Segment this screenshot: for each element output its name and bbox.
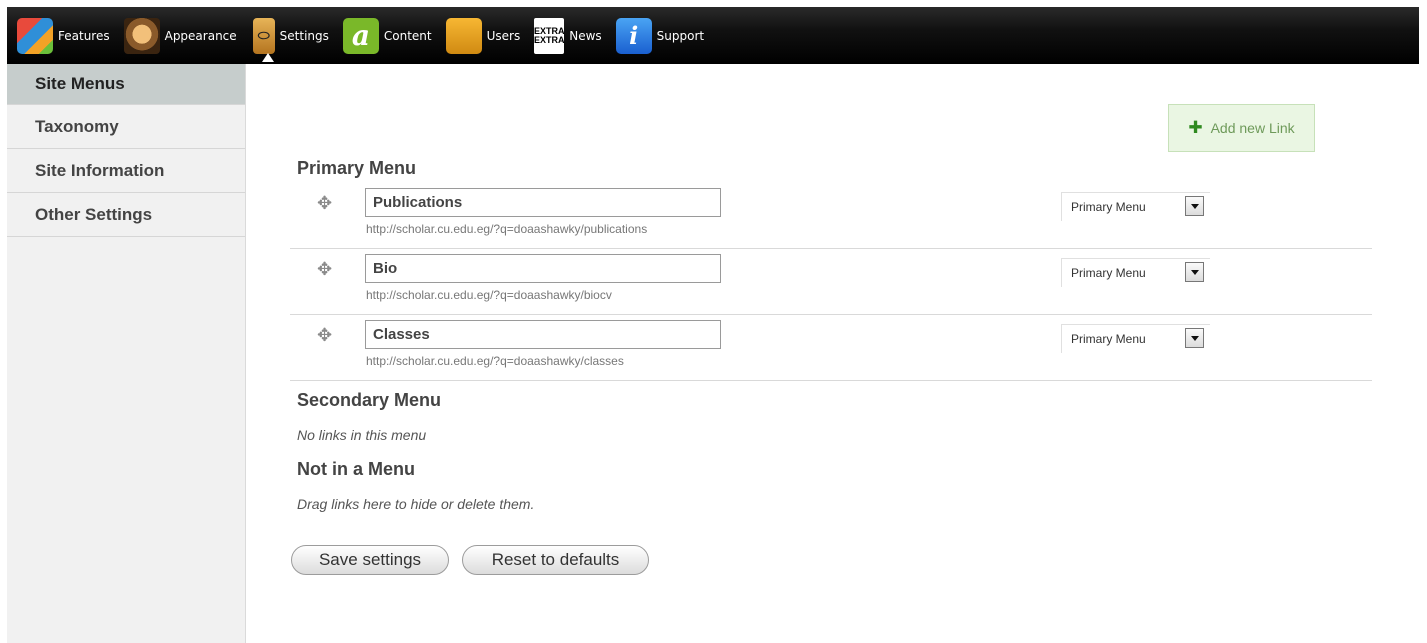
info-icon: i	[615, 17, 652, 54]
menu-link-row: ✥ http://scholar.cu.edu.eg/?q=doaashawky…	[290, 250, 1372, 315]
chevron-down-icon	[1185, 262, 1204, 282]
link-url: http://scholar.cu.edu.eg/?q=doaashawky/c…	[366, 354, 624, 368]
link-title-input[interactable]	[365, 320, 721, 349]
content-a-icon: a	[342, 17, 379, 54]
settings-sidebar: Site Menus Taxonomy Site Information Oth…	[7, 64, 246, 643]
drag-handle-icon[interactable]: ✥	[317, 259, 332, 280]
toolbar-label: News	[569, 28, 602, 43]
menu-link-row: ✥ http://scholar.cu.edu.eg/?q=doaashawky…	[290, 184, 1372, 249]
toolbar-label: Support	[656, 28, 705, 43]
menu-select[interactable]: Primary Menu	[1061, 324, 1210, 353]
toolbar-item-features[interactable]: Features	[17, 7, 110, 64]
sidebar-item-taxonomy[interactable]: Taxonomy	[7, 105, 245, 149]
menu-select-value: Primary Menu	[1071, 200, 1146, 214]
extra-extra-icon: EXTRA EXTRA	[534, 17, 565, 54]
menu-select-value: Primary Menu	[1071, 266, 1146, 280]
settings-icon: ⬭	[252, 17, 275, 54]
toolbar-item-appearance[interactable]: Appearance	[123, 7, 237, 64]
sidebar-item-other-settings[interactable]: Other Settings	[7, 193, 245, 237]
toolbar-item-news[interactable]: EXTRA EXTRA News	[534, 7, 602, 64]
secondary-menu-heading: Secondary Menu	[297, 390, 442, 410]
active-indicator-arrow	[261, 53, 274, 62]
menu-select-value: Primary Menu	[1071, 332, 1146, 346]
add-new-link-button[interactable]: ✚ Add new Link	[1168, 104, 1315, 152]
add-new-link-label: Add new Link	[1210, 120, 1295, 136]
link-title-input[interactable]	[365, 188, 721, 217]
chevron-down-icon	[1185, 196, 1204, 216]
save-settings-button[interactable]: Save settings	[291, 545, 449, 575]
top-toolbar: Features Appearance ⬭ Settings a Content…	[7, 7, 1419, 64]
link-title-input[interactable]	[365, 254, 721, 283]
toolbar-item-content[interactable]: a Content	[342, 7, 432, 64]
sidebar-item-site-information[interactable]: Site Information	[7, 149, 245, 193]
toolbar-item-users[interactable]: Users	[445, 7, 521, 64]
link-url: http://scholar.cu.edu.eg/?q=doaashawky/p…	[366, 222, 648, 236]
not-in-menu-note: Drag links here to hide or delete them.	[297, 496, 535, 512]
toolbar-label: Settings	[279, 28, 329, 43]
puzzle-icon	[17, 17, 53, 54]
plus-icon: ✚	[1188, 118, 1203, 137]
toolbar-label: Appearance	[164, 28, 237, 43]
mona-lisa-icon	[123, 17, 160, 54]
toolbar-item-settings[interactable]: ⬭ Settings	[252, 7, 329, 64]
reset-to-defaults-button[interactable]: Reset to defaults	[462, 545, 649, 575]
toolbar-label: Features	[58, 28, 110, 43]
users-icon	[445, 17, 482, 54]
not-in-menu-heading: Not in a Menu	[297, 459, 415, 479]
menu-link-row: ✥ http://scholar.cu.edu.eg/?q=doaashawky…	[290, 316, 1372, 381]
toolbar-item-support[interactable]: i Support	[615, 7, 705, 64]
menu-select[interactable]: Primary Menu	[1061, 258, 1210, 287]
secondary-menu-empty-note: No links in this menu	[297, 427, 427, 443]
toolbar-label: Users	[486, 28, 521, 43]
toolbar-label: Content	[383, 28, 432, 43]
menu-select[interactable]: Primary Menu	[1061, 192, 1210, 221]
app-frame: Features Appearance ⬭ Settings a Content…	[0, 0, 1427, 643]
chevron-down-icon	[1185, 328, 1204, 348]
link-url: http://scholar.cu.edu.eg/?q=doaashawky/b…	[366, 288, 612, 302]
drag-handle-icon[interactable]: ✥	[317, 193, 332, 214]
drag-handle-icon[interactable]: ✥	[317, 325, 332, 346]
primary-menu-heading: Primary Menu	[297, 158, 417, 178]
sidebar-item-site-menus[interactable]: Site Menus	[7, 64, 245, 105]
